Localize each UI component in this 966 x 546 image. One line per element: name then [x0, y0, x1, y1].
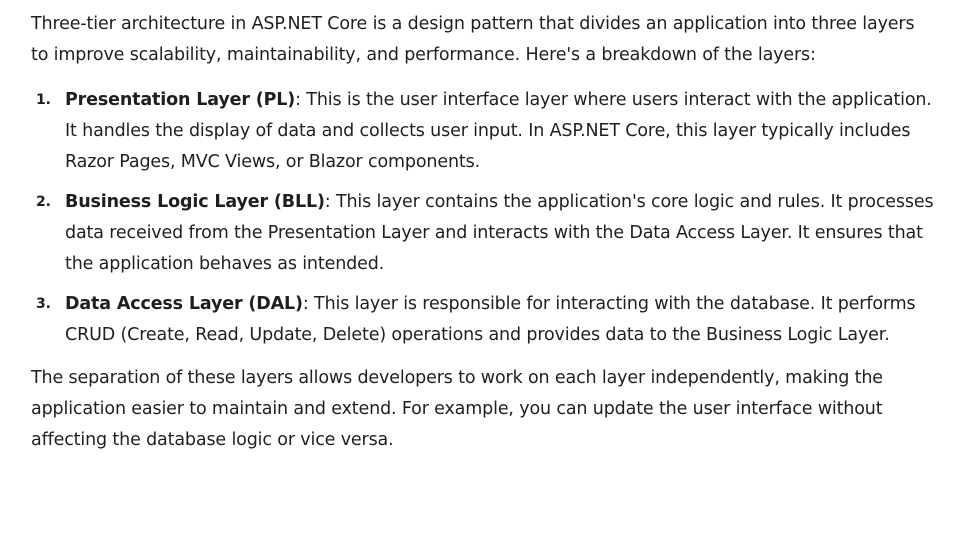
- list-item-business-logic-layer: 2. Business Logic Layer (BLL): This laye…: [31, 187, 934, 280]
- list-number: 2.: [36, 194, 51, 210]
- list-item-data-access-layer: 3. Data Access Layer (DAL): This layer i…: [31, 289, 934, 351]
- list-item-presentation-layer: 1. Presentation Layer (PL): This is the …: [31, 85, 934, 178]
- response-content: Three-tier architecture in ASP.NET Core …: [0, 0, 966, 546]
- list-number: 3.: [36, 296, 51, 312]
- intro-paragraph: Three-tier architecture in ASP.NET Core …: [31, 14, 915, 65]
- layers-list: 1. Presentation Layer (PL): This is the …: [31, 85, 934, 351]
- layer-term: Business Logic Layer (BLL): [65, 192, 325, 212]
- layer-term: Presentation Layer (PL): [65, 90, 296, 110]
- list-number: 1.: [36, 92, 51, 108]
- layer-term: Data Access Layer (DAL): [65, 294, 303, 314]
- conclusion-paragraph: The separation of these layers allows de…: [31, 368, 883, 450]
